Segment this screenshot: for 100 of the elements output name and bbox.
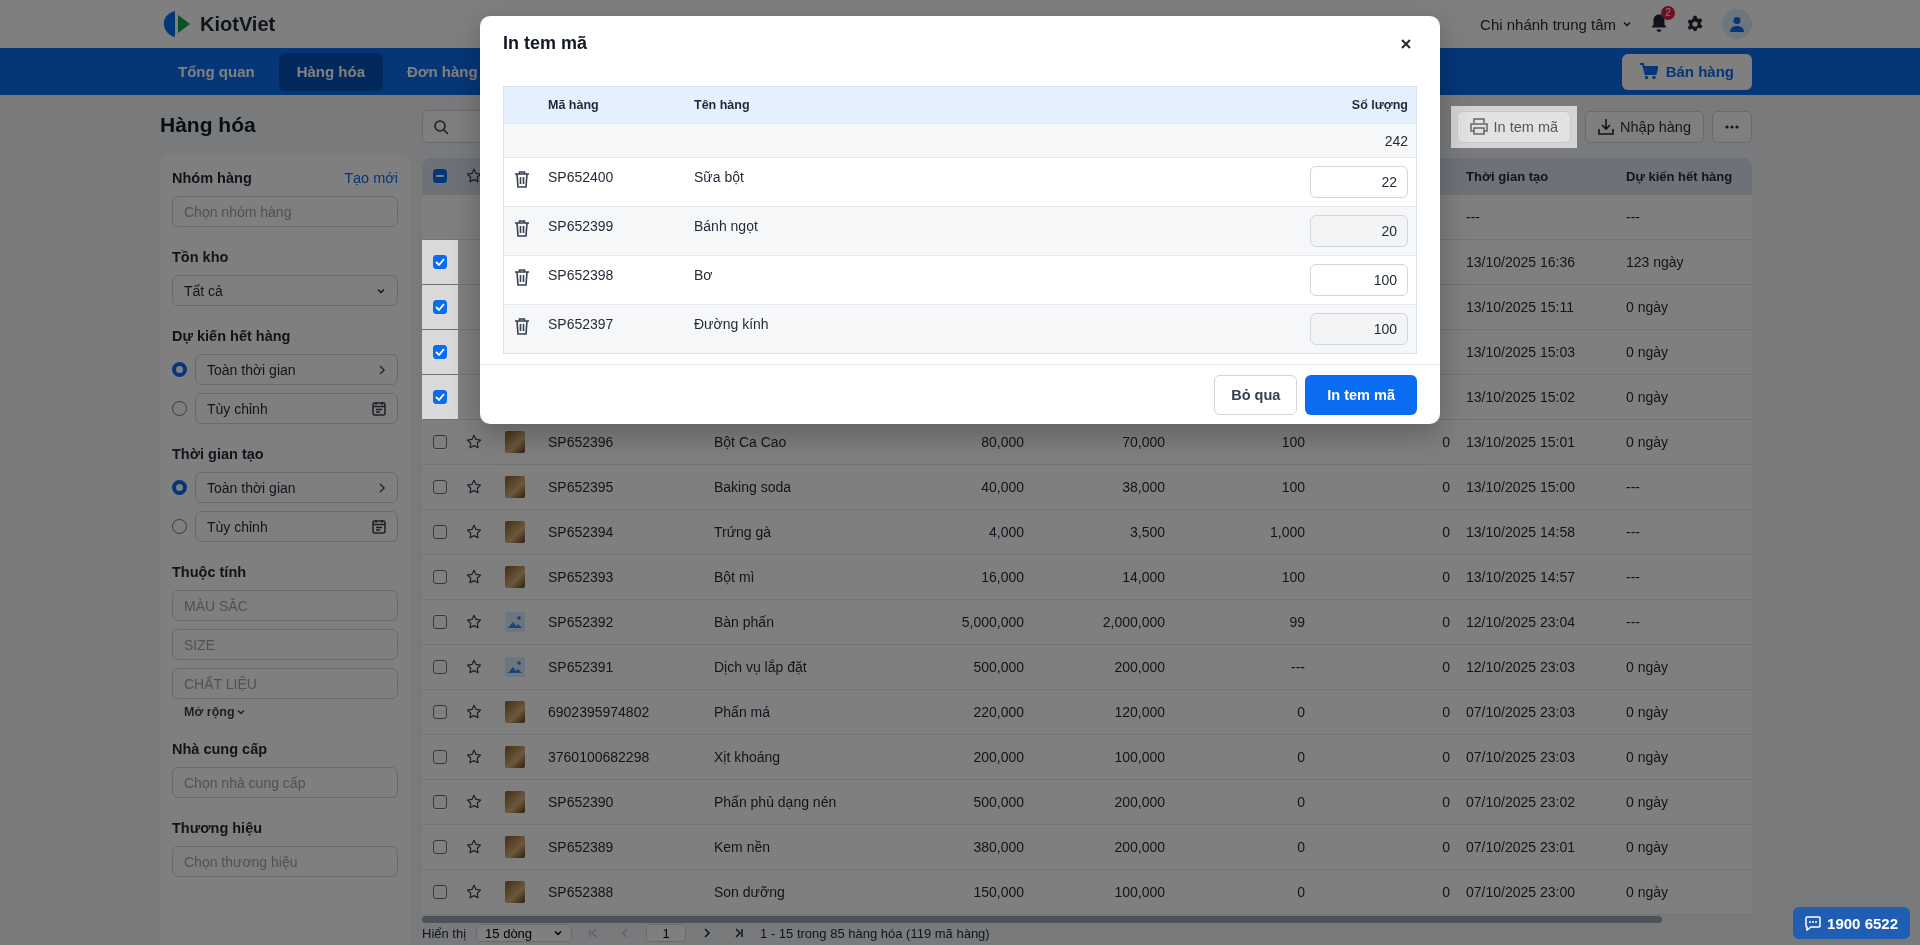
hotline-button[interactable]: 1900 6522 [1793, 907, 1910, 939]
image-placeholder-icon [505, 657, 525, 677]
trash-icon[interactable] [514, 170, 530, 188]
print-labels-button[interactable]: In tem mã [1456, 110, 1572, 143]
star-icon[interactable] [465, 433, 483, 451]
row-checkbox[interactable] [433, 750, 447, 764]
star-icon[interactable] [465, 167, 483, 185]
quantity-field[interactable]: 100 [1310, 264, 1408, 296]
nav-tab[interactable]: Tổng quan [160, 52, 273, 91]
filter-title: Thương hiệu [172, 820, 263, 836]
star-icon[interactable] [465, 703, 483, 721]
row-checkbox[interactable] [433, 615, 447, 629]
print-button[interactable]: In tem mã [1305, 374, 1417, 415]
table-cell-text: 0 [1296, 838, 1306, 857]
page-size-select[interactable]: 15 dòng [476, 924, 573, 942]
row-checkbox[interactable] [433, 525, 447, 539]
table-cell-text: 100,000 [1113, 748, 1166, 767]
table-cell-text: Phấn má [713, 703, 772, 722]
dialog-title: In tem mã [503, 33, 588, 54]
scrollbar[interactable] [422, 916, 1662, 923]
table-cell-text: 0 [1441, 793, 1451, 812]
page-number-field[interactable]: 1 [646, 924, 687, 942]
page-size-label: Hiển thị [422, 925, 467, 941]
table-cell-text: 13/10/2025 15:03 [1465, 343, 1576, 362]
cancel-button[interactable]: Bỏ qua [1214, 374, 1298, 415]
table-cell-text: 0 ngày [1625, 433, 1670, 452]
nav-tab[interactable]: Hàng hóa [278, 52, 383, 91]
star-icon[interactable] [465, 748, 483, 766]
table-cell-text: --- [1625, 568, 1641, 587]
row-checkbox[interactable] [433, 255, 447, 269]
date-range-field[interactable]: Tùy chỉnh [195, 511, 398, 542]
expand-link[interactable]: Mở rộng [172, 705, 258, 719]
table-cell-text: Bàn phấn [713, 613, 775, 632]
pagination-summary: 1 - 15 trong 85 hàng hóa (119 mã hàng) [760, 925, 990, 941]
quantity-field[interactable]: 20 [1310, 215, 1408, 247]
row-checkbox[interactable] [433, 570, 447, 584]
printer-icon [1469, 118, 1488, 135]
branch-selector[interactable]: Chi nhánh trung tâm [1480, 15, 1632, 33]
star-icon[interactable] [465, 793, 483, 811]
table-cell-text: 0 [1441, 478, 1451, 497]
table-cell-text: Son dưỡng [713, 883, 786, 902]
table-cell-text: --- [1465, 208, 1481, 227]
star-icon[interactable] [465, 478, 483, 496]
row-checkbox[interactable] [433, 660, 447, 674]
table-cell-text: 13/10/2025 14:58 [1465, 523, 1576, 542]
row-checkbox[interactable] [433, 840, 447, 854]
select-all-checkbox[interactable] [433, 169, 447, 183]
filter-title: Dự kiến hết hàng [172, 328, 291, 344]
table-cell-text: 13/10/2025 15:11 [1465, 298, 1575, 317]
date-range-field[interactable]: Toàn thời gian [195, 472, 398, 503]
row-checkbox[interactable] [433, 300, 447, 314]
radio-button[interactable] [172, 480, 187, 495]
row-checkbox[interactable] [433, 390, 447, 404]
table-cell-text: 07/10/2025 23:03 [1465, 748, 1576, 767]
table-cell-text: 0 ngày [1625, 838, 1670, 857]
trash-icon[interactable] [514, 268, 530, 286]
product-photo [505, 521, 525, 543]
star-icon[interactable] [465, 523, 483, 541]
table-cell-text: 2,000,000 [1101, 613, 1166, 632]
filter-title: Thời gian tạo [172, 446, 264, 462]
create-link[interactable]: Tạo mới [344, 170, 398, 186]
sell-button[interactable]: Bán hàng [1621, 53, 1752, 90]
nav-tab[interactable]: Đơn hàng [389, 52, 496, 91]
table-cell-text: 120,000 [1113, 703, 1166, 722]
table-cell-text: Bột Ca Cao [713, 433, 788, 452]
settings-button[interactable] [1686, 15, 1704, 33]
download-icon [1598, 118, 1615, 135]
star-icon[interactable] [465, 838, 483, 856]
table-cell-text: 99 [1288, 613, 1306, 632]
star-icon[interactable] [465, 613, 483, 631]
table-cell-text: 13/10/2025 14:57 [1465, 568, 1576, 587]
row-checkbox[interactable] [433, 885, 447, 899]
radio-button[interactable] [172, 519, 187, 534]
star-icon[interactable] [465, 568, 483, 586]
dropdown[interactable]: Tất cả [172, 275, 398, 306]
table-cell-text: --- [1290, 658, 1306, 677]
radio-button[interactable] [172, 362, 187, 377]
table-cell-text: 220,000 [972, 703, 1025, 722]
checkmark-icon [435, 393, 445, 401]
trash-icon[interactable] [514, 219, 530, 237]
import-button[interactable]: Nhập hàng [1585, 110, 1704, 143]
star-icon[interactable] [465, 658, 483, 676]
radio-button[interactable] [172, 401, 187, 416]
row-checkbox[interactable] [433, 480, 447, 494]
image-placeholder-icon [505, 612, 525, 632]
table-cell-text: 14,000 [1121, 568, 1166, 587]
quantity-field[interactable]: 100 [1310, 313, 1408, 345]
table-cell-text: 0 [1441, 748, 1451, 767]
column-header: Số lượng [1350, 98, 1409, 112]
row-checkbox[interactable] [433, 705, 447, 719]
quantity-field[interactable]: 22 [1310, 166, 1408, 198]
row-checkbox[interactable] [433, 435, 447, 449]
star-icon[interactable] [465, 883, 483, 901]
table-cell-text: Xịt khoáng [713, 748, 782, 767]
row-checkbox[interactable] [433, 345, 447, 359]
user-avatar[interactable] [1722, 9, 1752, 39]
date-range-field[interactable]: Tùy chỉnh [195, 393, 398, 424]
row-checkbox[interactable] [433, 795, 447, 809]
date-range-field[interactable]: Toàn thời gian [195, 354, 398, 385]
trash-icon[interactable] [514, 317, 530, 335]
